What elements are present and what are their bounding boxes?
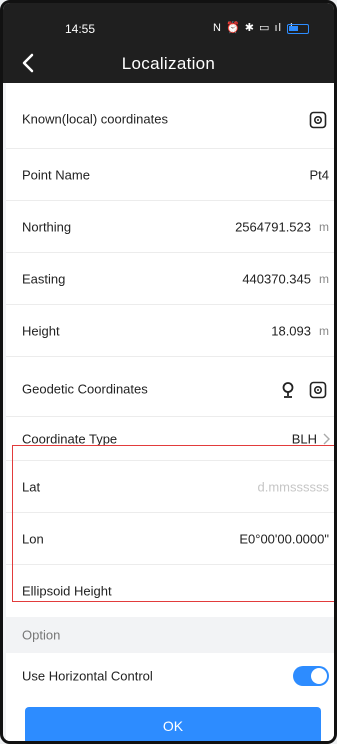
lat-row[interactable]: Lat d.mmssssss (6, 461, 334, 513)
known-coordinates-header: Known(local) coordinates (6, 83, 334, 149)
easting-value[interactable]: 440370.345 (242, 271, 311, 286)
northing-value[interactable]: 2564791.523 (235, 219, 311, 234)
easting-row[interactable]: Easting 440370.345 m (6, 253, 334, 305)
northing-unit: m (319, 219, 329, 234)
height-value[interactable]: 18.093 (271, 323, 311, 338)
coordinate-type-label: Coordinate Type (22, 431, 118, 446)
ok-button[interactable]: OK (25, 707, 321, 741)
known-coordinates-title: Known(local) coordinates (22, 111, 168, 127)
title-bar: Localization (3, 43, 334, 83)
geodetic-coordinates-header: Geodetic Coordinates (6, 357, 334, 417)
lon-label: Lon (22, 531, 44, 546)
height-row[interactable]: Height 18.093 m (6, 305, 334, 357)
geodetic-coordinates-title: Geodetic Coordinates (22, 381, 148, 397)
status-icons: N ⏰ ✱ ▭ ıl ıl (213, 22, 294, 34)
status-bar: 14:55 N ⏰ ✱ ▭ ıl ıl (3, 3, 334, 43)
lon-row[interactable]: Lon E0°00'00.0000" (6, 513, 334, 565)
page-title: Localization (121, 54, 216, 73)
ellipsoid-height-row[interactable]: Ellipsoid Height (6, 565, 334, 617)
battery-icon (287, 24, 309, 34)
easting-label: Easting (22, 271, 66, 286)
lon-input[interactable]: E0°00'00.0000" (239, 531, 329, 546)
point-name-row[interactable]: Point Name Pt4 (6, 149, 334, 201)
option-section-title: Option (22, 627, 61, 643)
northing-label: Northing (22, 219, 72, 234)
horizontal-control-row: Use Horizontal Control (6, 653, 334, 699)
map-pin-icon[interactable] (279, 381, 297, 399)
phone-frame: 14:55 N ⏰ ✱ ▭ ıl ıl Localization Known(l… (0, 0, 337, 744)
coordinate-type-value[interactable]: BLH (292, 431, 317, 446)
ok-bar: OK (6, 697, 334, 741)
northing-row[interactable]: Northing 2564791.523 m (6, 201, 334, 253)
coordinate-type-row[interactable]: Coordinate Type BLH (6, 417, 334, 461)
lat-input[interactable]: d.mmssssss (258, 479, 330, 494)
lat-label: Lat (22, 479, 41, 494)
status-time: 14:55 (65, 22, 96, 36)
easting-unit: m (319, 271, 329, 286)
point-name-label: Point Name (22, 167, 90, 182)
height-unit: m (319, 323, 329, 338)
point-name-value[interactable]: Pt4 (309, 167, 329, 182)
form-content: Known(local) coordinates Point Name Pt4 … (6, 83, 334, 699)
ellipsoid-height-label: Ellipsoid Height (22, 583, 112, 599)
locate-device-icon[interactable] (309, 111, 327, 129)
horizontal-control-toggle[interactable] (293, 665, 329, 686)
horizontal-control-label: Use Horizontal Control (22, 668, 153, 683)
height-label: Height (22, 323, 60, 338)
option-section-header: Option (6, 617, 334, 653)
locate-device-icon[interactable] (309, 381, 327, 399)
chevron-right-icon (323, 433, 330, 444)
